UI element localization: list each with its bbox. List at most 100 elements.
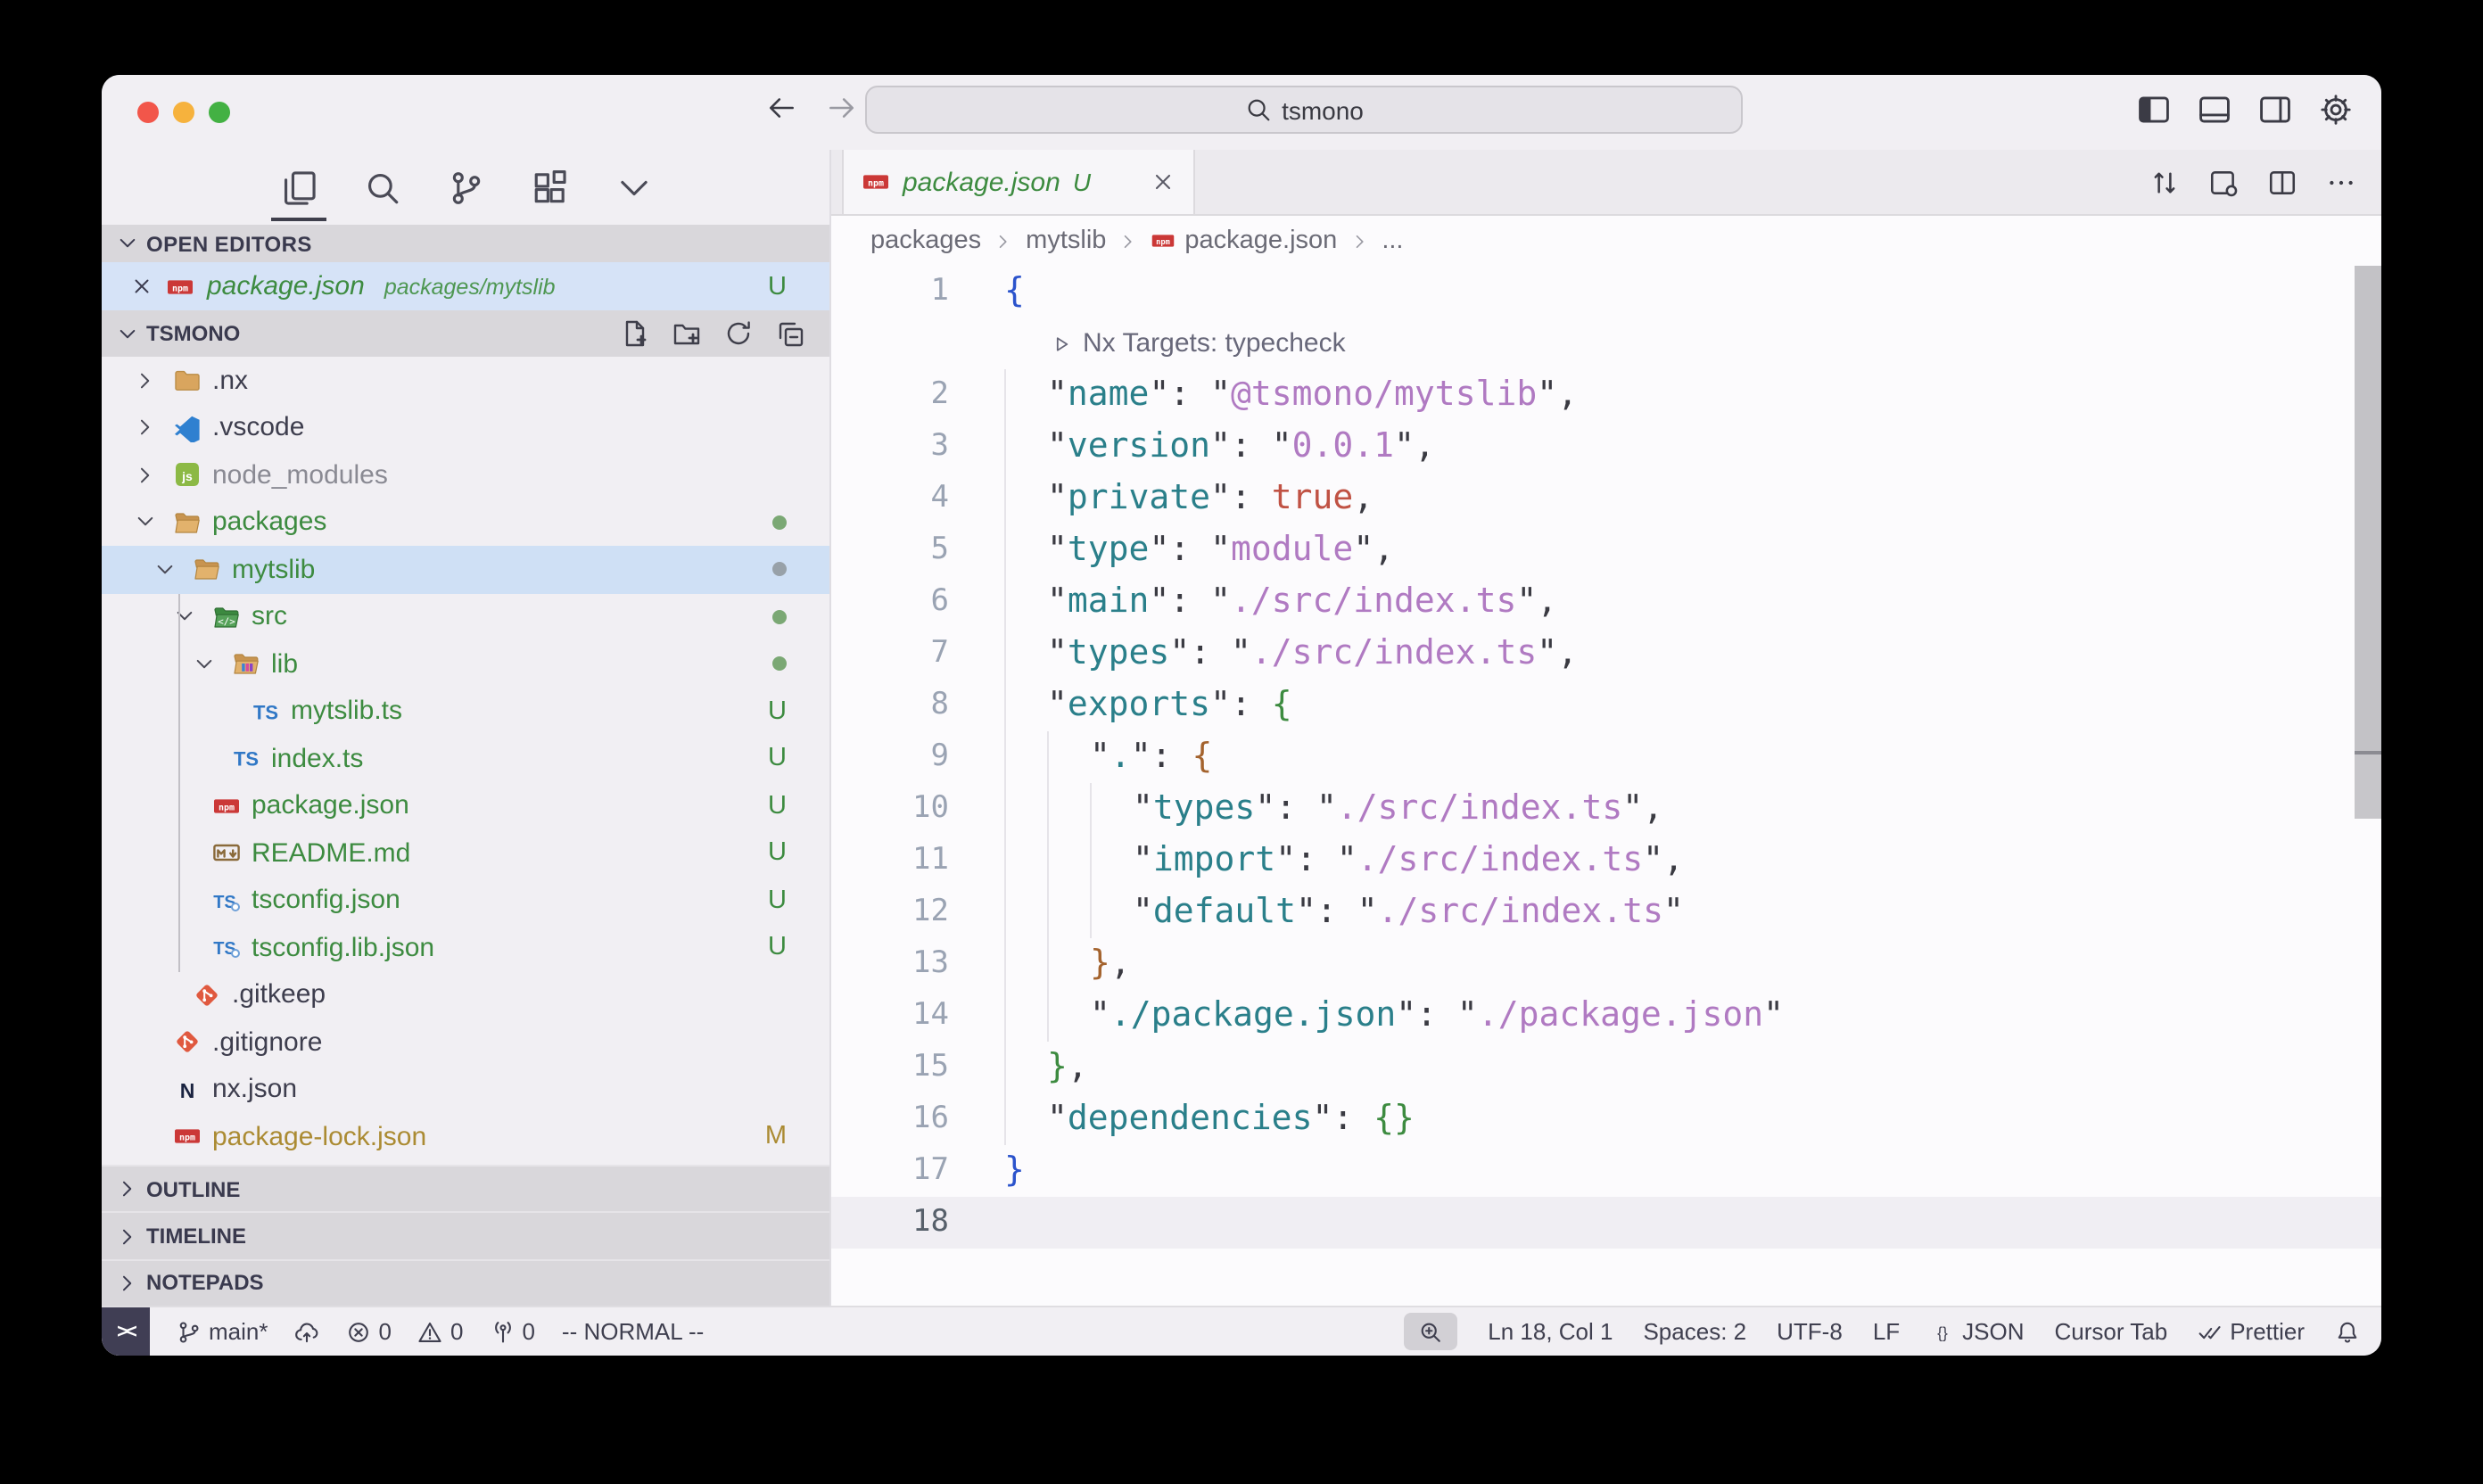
- close-window-button[interactable]: [137, 102, 159, 123]
- code-line-3[interactable]: 3"version": "0.0.1",: [831, 421, 2381, 473]
- code-line-16[interactable]: 16"dependencies": {}: [831, 1093, 2381, 1145]
- codelens-nx-targets[interactable]: Nx Targets: typecheck: [831, 328, 1346, 359]
- tree-item-mytslib[interactable]: mytslib: [102, 546, 829, 593]
- status-item-cursor-position[interactable]: Ln 18, Col 1: [1488, 1318, 1613, 1345]
- code-line-13[interactable]: 13},: [831, 938, 2381, 990]
- activity-item-chevron-down[interactable]: [615, 169, 652, 206]
- open-editor-item[interactable]: npmpackage.jsonpackages/mytslibU: [102, 262, 829, 310]
- code-line-content: "types": "./src/index.ts",: [949, 783, 1663, 835]
- git-icon: [191, 981, 221, 1010]
- workspace-header[interactable]: TSMONO: [102, 310, 829, 357]
- code-editor[interactable]: 1{ Nx Targets: typecheck 2"name": "@tsmono…: [831, 266, 2381, 1306]
- tree-item-.nx[interactable]: .nx: [102, 357, 829, 404]
- code-line-9[interactable]: 9".": {: [831, 731, 2381, 783]
- code-line-15[interactable]: 15},: [831, 1042, 2381, 1093]
- tree-item-.gitignore[interactable]: .gitignore: [102, 1018, 829, 1066]
- code-line-1[interactable]: 1{: [831, 266, 2381, 317]
- tree-item-nx.json[interactable]: Nnx.json: [102, 1066, 829, 1113]
- status-item-eol[interactable]: LF: [1873, 1318, 1900, 1345]
- refresh-icon[interactable]: [724, 319, 753, 348]
- open-editors-header[interactable]: OPEN EDITORS: [102, 225, 829, 262]
- minimize-window-button[interactable]: [173, 102, 194, 123]
- section-notepads[interactable]: NOTEPADS: [102, 1258, 829, 1306]
- layout-sidebar-right-icon[interactable]: [2258, 93, 2292, 127]
- breadcrumb-item[interactable]: packages: [870, 227, 981, 255]
- code-line-14[interactable]: 14"./package.json": "./package.json": [831, 990, 2381, 1042]
- tree-item-tsconfig.lib.json[interactable]: TStsconfig.lib.jsonU: [102, 924, 829, 971]
- swap-arrows-icon[interactable]: [2149, 167, 2180, 197]
- status-bar: ><main*000-- NORMAL -- Ln 18, Col 1Space…: [102, 1306, 2381, 1356]
- status-item-branch-status[interactable]: main*: [177, 1318, 268, 1345]
- code-line-11[interactable]: 11"import": "./src/index.ts",: [831, 835, 2381, 886]
- editor-indent-guide: [1004, 990, 1047, 1042]
- status-item-publish-changes[interactable]: [295, 1319, 320, 1344]
- code-line-5[interactable]: 5"type": "module",: [831, 524, 2381, 576]
- layout-panel-icon[interactable]: [2198, 93, 2231, 127]
- more-actions-icon[interactable]: [2326, 167, 2356, 197]
- tree-item-lib[interactable]: lib: [102, 640, 829, 688]
- breadcrumb-item[interactable]: npmpackage.json: [1151, 227, 1337, 255]
- code-line-7[interactable]: 7"types": "./src/index.ts",: [831, 628, 2381, 680]
- tab-package-json[interactable]: npm package.json U: [842, 150, 1195, 214]
- code-line-2[interactable]: 2"name": "@tsmono/mytslib",: [831, 369, 2381, 421]
- settings-gear-icon[interactable]: [2319, 93, 2353, 127]
- editor-scrollbar-thumb[interactable]: [2355, 266, 2381, 751]
- status-item-indentation[interactable]: Spaces: 2: [1643, 1318, 1746, 1345]
- editor-scrollbar-thumb-tail[interactable]: [2355, 754, 2381, 819]
- git-status-badge: U: [768, 839, 787, 868]
- status-item-port-forward-count[interactable]: 0: [490, 1318, 534, 1345]
- breadcrumb-item[interactable]: ...: [1382, 227, 1403, 255]
- explorer-icon: [279, 169, 317, 206]
- zoom-window-button[interactable]: [209, 102, 230, 123]
- split-editor-icon[interactable]: [2267, 167, 2297, 197]
- status-item-vim-mode[interactable]: -- NORMAL --: [562, 1318, 704, 1345]
- status-item-cursor-tab[interactable]: Cursor Tab: [2055, 1318, 2168, 1345]
- code-line-8[interactable]: 8"exports": {: [831, 680, 2381, 731]
- status-item-zoom-indicator[interactable]: [1404, 1313, 1457, 1350]
- status-item-encoding[interactable]: UTF-8: [1777, 1318, 1843, 1345]
- activity-item-search[interactable]: [363, 169, 400, 206]
- status-item-notifications[interactable]: [2335, 1319, 2360, 1344]
- layout-sidebar-left-icon[interactable]: [2137, 93, 2171, 127]
- tree-item-.gitkeep[interactable]: .gitkeep: [102, 971, 829, 1018]
- forward-arrow-icon[interactable]: [826, 93, 856, 123]
- new-file-icon[interactable]: [621, 319, 649, 348]
- code-line-10[interactable]: 10"types": "./src/index.ts",: [831, 783, 2381, 835]
- tree-item-.vscode[interactable]: .vscode: [102, 404, 829, 451]
- editor-window: tsmono OPEN EDITORS npmpackage.jsonpacka…: [102, 75, 2381, 1356]
- tree-item-mytslib.ts[interactable]: TSmytslib.tsU: [102, 688, 829, 735]
- activity-item-source-control[interactable]: [447, 169, 484, 206]
- status-item-language-mode[interactable]: {}JSON: [1930, 1318, 2024, 1345]
- tree-item-index.ts[interactable]: TSindex.tsU: [102, 735, 829, 782]
- tree-item-tsconfig.json[interactable]: TStsconfig.jsonU: [102, 877, 829, 924]
- activity-item-extensions[interactable]: [531, 169, 568, 206]
- section-outline[interactable]: OUTLINE: [102, 1165, 829, 1212]
- tree-item-package.json[interactable]: npmpackage.jsonU: [102, 782, 829, 829]
- status-item-error-count[interactable]: 0: [347, 1318, 392, 1345]
- tree-item-packages[interactable]: packages: [102, 499, 829, 546]
- breadcrumb-item[interactable]: mytslib: [1026, 227, 1106, 255]
- new-folder-icon[interactable]: [672, 319, 701, 348]
- tree-item-README.md[interactable]: README.mdU: [102, 829, 829, 877]
- close-editor-icon[interactable]: [130, 275, 153, 298]
- search-value: tsmono: [1282, 95, 1364, 124]
- code-line-18[interactable]: 18: [831, 1197, 2381, 1249]
- section-timeline[interactable]: TIMELINE: [102, 1212, 829, 1259]
- editor-changes-icon[interactable]: [2208, 167, 2239, 197]
- code-line-6[interactable]: 6"main": "./src/index.ts",: [831, 576, 2381, 628]
- close-tab-icon[interactable]: [1151, 169, 1176, 194]
- collapse-all-icon[interactable]: [776, 319, 804, 348]
- tree-item-node_modules[interactable]: jsnode_modules: [102, 451, 829, 499]
- tree-item-package-lock.json[interactable]: npmpackage-lock.jsonM: [102, 1113, 829, 1160]
- status-item-remote-indicator[interactable]: ><: [102, 1307, 150, 1356]
- status-item-warning-count[interactable]: 0: [418, 1318, 463, 1345]
- command-center-search[interactable]: tsmono: [865, 86, 1743, 134]
- tree-item-src[interactable]: </>src: [102, 593, 829, 640]
- activity-item-explorer[interactable]: [279, 169, 317, 206]
- status-item-formatter[interactable]: Prettier: [2198, 1318, 2305, 1345]
- chevron-down-icon: [173, 606, 200, 629]
- code-line-4[interactable]: 4"private": true,: [831, 473, 2381, 524]
- code-line-17[interactable]: 17}: [831, 1145, 2381, 1197]
- code-line-12[interactable]: 12"default": "./src/index.ts": [831, 886, 2381, 938]
- back-arrow-icon[interactable]: [767, 93, 797, 123]
